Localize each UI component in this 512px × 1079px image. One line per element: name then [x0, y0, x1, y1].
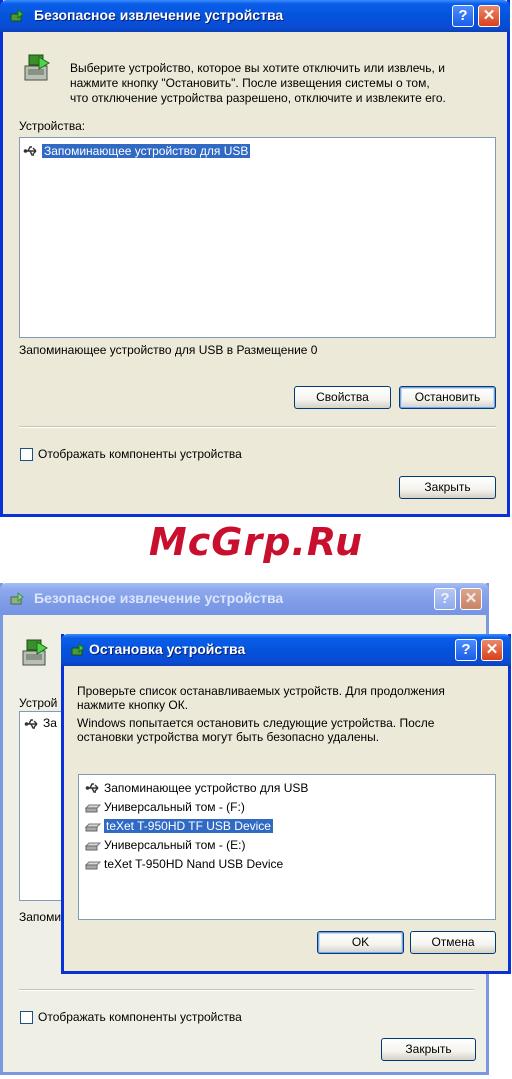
close-button[interactable]: Закрыть	[381, 1038, 476, 1061]
device-label: Универсальный том - (F:)	[104, 799, 245, 814]
ok-button[interactable]: OK	[317, 931, 404, 954]
dialog-text-line-1: Проверьте список останавливаемых устройс…	[77, 684, 445, 698]
stop-button[interactable]: Остановить	[399, 386, 496, 409]
title-bar[interactable]: Безопасное извлечение устройства ? ✕	[0, 583, 489, 615]
description-line-3: что отключение устройства разрешено, отк…	[70, 91, 446, 105]
description-line-2: нажмите кнопку "Остановить". После извещ…	[70, 76, 430, 90]
drive-icon	[85, 861, 101, 870]
show-components-label[interactable]: Отображать компоненты устройства	[38, 1010, 242, 1025]
dialog-text-line-3: Windows попытается остановить следующие …	[77, 716, 435, 730]
usb-icon	[23, 146, 37, 156]
show-components-label[interactable]: Отображать компоненты устройства	[38, 447, 242, 462]
stop-device-dialog: Остановка устройства ? ✕ Проверьте списо…	[61, 634, 511, 974]
description-line-1: Выберите устройство, которое вы хотите о…	[70, 61, 445, 75]
drive-icon	[85, 823, 101, 832]
watermark: McGrp.Ru	[148, 520, 364, 564]
cancel-button[interactable]: Отмена	[410, 931, 496, 954]
device-status: Запоми	[19, 910, 62, 924]
window-title: Безопасное извлечение устройства	[34, 7, 284, 23]
properties-button[interactable]: Свойства	[294, 386, 391, 409]
separator	[19, 426, 496, 428]
safely-remove-icon	[10, 8, 24, 22]
list-item[interactable]: teXet T-950HD Nand USB Device	[85, 854, 283, 872]
dialog-text-line-4: остановки устройства могут быть безопасн…	[77, 730, 380, 744]
devices-list[interactable]: Запоминающее устройство для USB	[19, 137, 496, 338]
safely-remove-window: Безопасное извлечение устройства ? ✕ Выб…	[0, 0, 510, 517]
safely-remove-icon	[71, 642, 85, 656]
close-window-button[interactable]: ✕	[478, 5, 500, 27]
device-label: Запоминающее устройство для USB	[104, 780, 309, 795]
help-button[interactable]: ?	[452, 5, 474, 27]
list-item[interactable]: Универсальный том - (E:)	[85, 835, 246, 853]
help-button[interactable]: ?	[455, 639, 477, 661]
list-item[interactable]: teXet T-950HD TF USB Device	[85, 816, 273, 834]
window-title: Безопасное извлечение устройства	[34, 590, 284, 606]
device-label: teXet T-950HD TF USB Device	[104, 818, 273, 833]
device-label: Универсальный том - (E:)	[104, 837, 246, 852]
device-label: Запоминающее устройство для USB	[42, 143, 251, 158]
show-components-checkbox[interactable]	[20, 448, 33, 461]
stop-devices-list[interactable]: Запоминающее устройство для USB Универса…	[78, 774, 496, 920]
dialog-text-line-2: нажмите кнопку ОК.	[77, 698, 189, 712]
usb-icon	[24, 719, 38, 729]
device-status: Запоминающее устройство для USB в Размещ…	[19, 343, 318, 357]
close-window-button[interactable]: ✕	[460, 588, 482, 610]
drive-icon	[85, 804, 101, 813]
safely-remove-icon	[10, 591, 24, 605]
hardware-icon	[22, 639, 48, 666]
usb-icon	[85, 783, 99, 793]
list-item[interactable]: Универсальный том - (F:)	[85, 797, 245, 815]
title-bar[interactable]: Безопасное извлечение устройства ? ✕	[0, 0, 510, 32]
devices-label: Устрой	[19, 696, 58, 710]
list-item[interactable]: Запоминающее устройство для USB	[23, 141, 251, 159]
show-components-checkbox[interactable]	[20, 1011, 33, 1024]
drive-icon	[85, 842, 101, 851]
dialog-title-bar[interactable]: Остановка устройства ? ✕	[61, 634, 511, 666]
help-button[interactable]: ?	[434, 588, 456, 610]
close-dialog-button[interactable]: ✕	[481, 639, 503, 661]
device-label: teXet T-950HD Nand USB Device	[104, 856, 284, 871]
devices-label: Устройства:	[19, 119, 86, 133]
list-item[interactable]: Запоминающее устройство для USB	[85, 778, 308, 796]
close-button[interactable]: Закрыть	[399, 476, 496, 499]
device-label: За	[43, 716, 57, 730]
hardware-icon	[24, 54, 50, 81]
dialog-title: Остановка устройства	[89, 641, 246, 657]
separator	[19, 989, 474, 991]
